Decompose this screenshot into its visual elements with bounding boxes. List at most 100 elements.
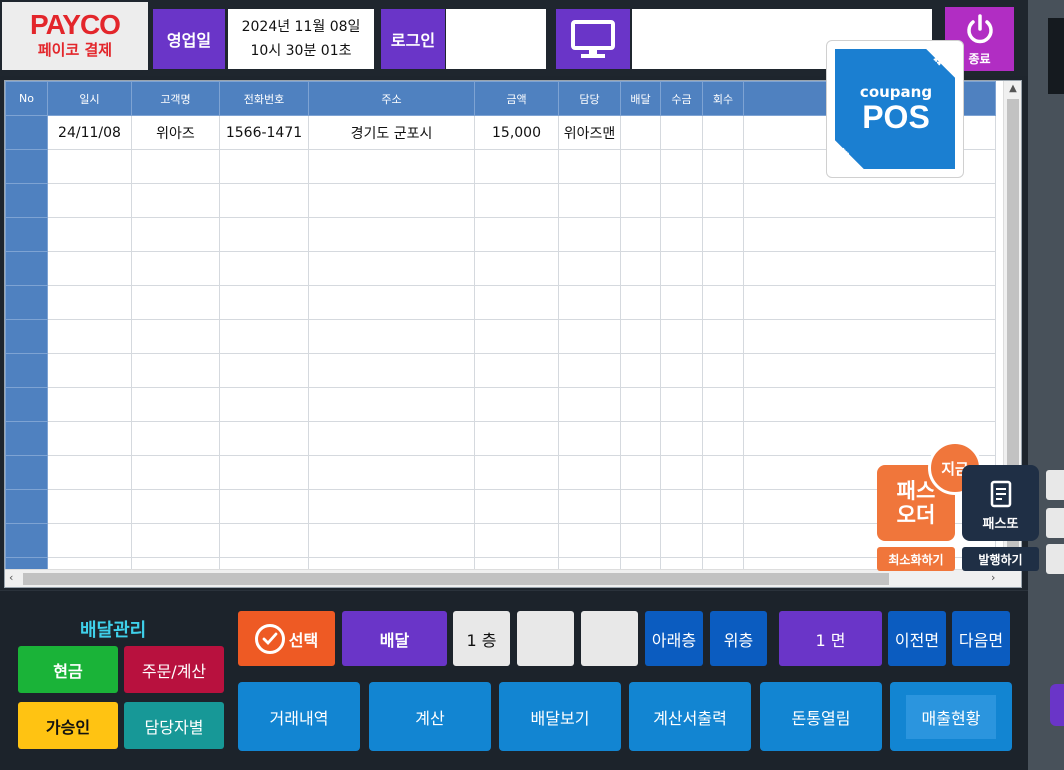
table-cell [47, 523, 132, 558]
by-staff-button[interactable]: 담당자별 [124, 702, 224, 749]
column-header[interactable]: 배달 [620, 81, 661, 116]
table-cell [131, 319, 220, 354]
table-cell [660, 455, 703, 490]
upper-floor-button[interactable]: 위층 [710, 611, 767, 666]
table-cell [660, 149, 703, 184]
table-cell [743, 319, 996, 354]
table-row[interactable] [5, 319, 996, 354]
scroll-up-icon[interactable]: ▲ [1004, 83, 1021, 94]
column-header[interactable]: 담당 [558, 81, 621, 116]
table-cell [47, 285, 132, 320]
table-cell [474, 149, 559, 184]
cash-button[interactable]: 현금 [18, 646, 118, 693]
column-header[interactable]: 회수 [702, 81, 744, 116]
table-row[interactable] [5, 421, 996, 456]
approval-button[interactable]: 가승인 [18, 702, 118, 749]
blank-button-2[interactable] [581, 611, 638, 666]
table-cell [474, 455, 559, 490]
table-cell [743, 285, 996, 320]
table-row[interactable] [5, 217, 996, 252]
history-button[interactable]: 거래내역 [238, 682, 360, 751]
table-cell [219, 387, 309, 422]
business-day-label: 영업일 [153, 9, 225, 69]
table-row[interactable] [5, 353, 996, 388]
table-cell [308, 251, 475, 286]
move-icon[interactable]: ✥ [933, 51, 946, 69]
payco-button[interactable]: PAYCO 페이코 결제 [2, 2, 148, 70]
side-tab-2[interactable] [1046, 508, 1064, 538]
view-delivery-button[interactable]: 배달보기 [499, 682, 621, 751]
scroll-right-icon[interactable]: › [991, 571, 995, 584]
monitor-button[interactable] [556, 9, 630, 69]
table-cell [660, 115, 703, 150]
table-cell [131, 489, 220, 524]
table-cell [702, 489, 744, 524]
table-cell [308, 353, 475, 388]
move-icon[interactable]: ✥ [837, 145, 850, 163]
page-button[interactable]: 1 면 [779, 611, 882, 666]
table-cell [219, 149, 309, 184]
table-cell: 24/11/08 [47, 115, 132, 150]
coupang-pos-widget[interactable]: ✥ ✥ coupang POS [826, 40, 964, 178]
column-header[interactable]: 수금 [660, 81, 703, 116]
next-page-button[interactable]: 다음면 [952, 611, 1010, 666]
calc-button[interactable]: 계산 [369, 682, 491, 751]
table-cell [474, 217, 559, 252]
blank-button-1[interactable] [517, 611, 574, 666]
horizontal-scrollbar[interactable]: ‹ › [5, 569, 1021, 587]
floor-button[interactable]: 1 층 [453, 611, 510, 666]
horizontal-scroll-thumb[interactable] [23, 573, 889, 585]
table-row[interactable] [5, 251, 996, 286]
table-cell [702, 217, 744, 252]
right-side-strip [1028, 0, 1064, 770]
issue-button[interactable]: 발행하기 [962, 547, 1039, 571]
column-header[interactable]: 주소 [308, 81, 475, 116]
table-cell [660, 421, 703, 456]
table-row[interactable] [5, 489, 996, 524]
print-invoice-button[interactable]: 계산서출력 [629, 682, 751, 751]
table-cell [47, 319, 132, 354]
column-header[interactable]: 일시 [47, 81, 132, 116]
lower-floor-button[interactable]: 아래층 [645, 611, 703, 666]
table-cell [308, 183, 475, 218]
time-line: 10시 30분 01초 [250, 43, 352, 59]
minimize-button[interactable]: 최소화하기 [877, 547, 955, 571]
table-cell [743, 251, 996, 286]
table-row[interactable] [5, 455, 996, 490]
table-row[interactable] [5, 523, 996, 558]
scroll-left-icon[interactable]: ‹ [9, 571, 13, 584]
delivery-button[interactable]: 배달 [342, 611, 447, 666]
table-row[interactable] [5, 387, 996, 422]
table-cell [5, 115, 48, 150]
open-drawer-button[interactable]: 돈통열림 [760, 682, 882, 751]
table-cell [558, 489, 621, 524]
column-header[interactable]: 금액 [474, 81, 559, 116]
column-header[interactable]: 고객명 [131, 81, 220, 116]
sales-status-button[interactable]: 매출현황 [890, 682, 1012, 751]
table-cell [620, 149, 661, 184]
login-button[interactable]: 로그인 [381, 9, 445, 69]
table-cell [131, 251, 220, 286]
order-calc-button[interactable]: 주문/계산 [124, 646, 224, 693]
column-header[interactable]: No [5, 81, 48, 116]
table-row[interactable] [5, 285, 996, 320]
table-cell [5, 421, 48, 456]
table-cell [131, 353, 220, 388]
table-cell [219, 489, 309, 524]
login-field[interactable] [446, 9, 546, 69]
table-cell [702, 421, 744, 456]
select-button[interactable]: 선택 [238, 611, 335, 666]
table-cell [558, 251, 621, 286]
prev-page-button[interactable]: 이전면 [888, 611, 946, 666]
table-cell [219, 251, 309, 286]
side-tab-violet[interactable] [1050, 684, 1064, 726]
table-cell [474, 251, 559, 286]
column-header[interactable]: 전화번호 [219, 81, 309, 116]
table-row[interactable] [5, 183, 996, 218]
table-cell [660, 251, 703, 286]
table-cell [702, 115, 744, 150]
table-cell [47, 183, 132, 218]
side-tab-3[interactable] [1046, 544, 1064, 574]
passto-button[interactable]: 패스또 [962, 465, 1039, 541]
side-tab-1[interactable] [1046, 470, 1064, 500]
